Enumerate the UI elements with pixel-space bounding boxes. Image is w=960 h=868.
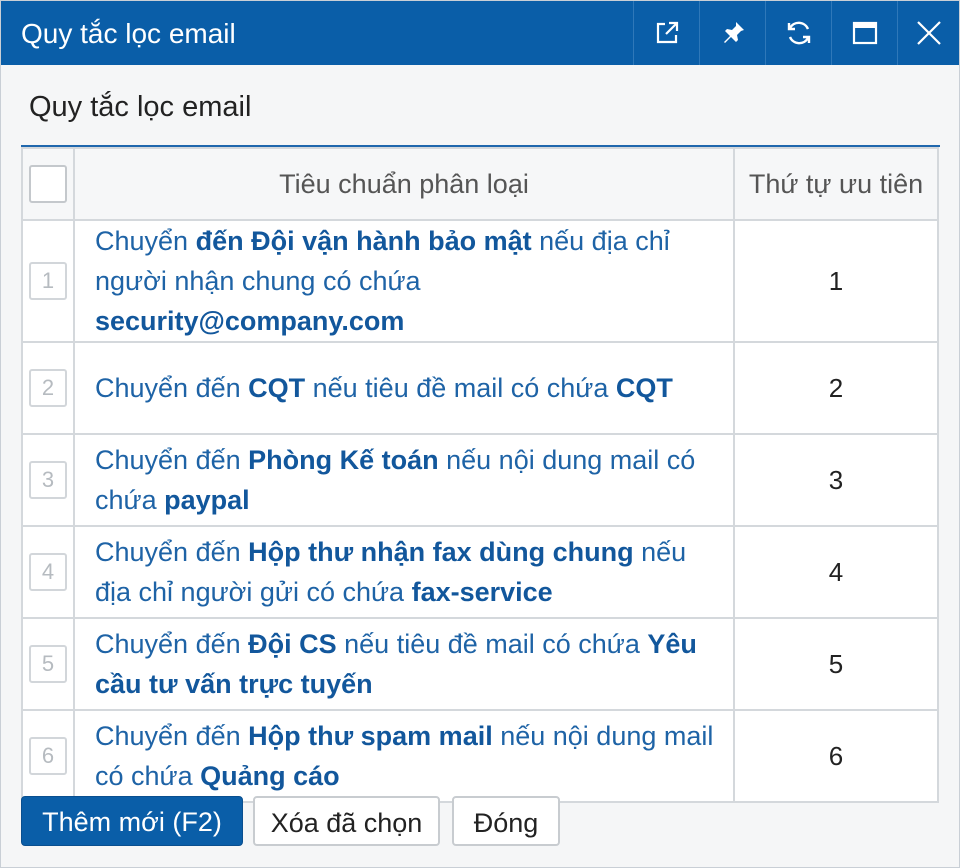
criteria-keyword: đến Đội vận hành bảo mật bbox=[195, 226, 532, 256]
criteria-text: nếu tiêu đề mail có chứa bbox=[305, 373, 616, 403]
criteria-keyword: Hộp thư nhận fax dùng chung bbox=[248, 537, 634, 567]
table-header-row: Tiêu chuẩn phân loại Thứ tự ưu tiên bbox=[21, 147, 939, 221]
priority-cell: 1 bbox=[733, 219, 939, 343]
row-number-checkbox[interactable]: 2 bbox=[29, 369, 67, 407]
maximize-icon bbox=[852, 21, 877, 45]
external-link-icon bbox=[656, 21, 678, 44]
rules-table: Tiêu chuẩn phân loại Thứ tự ưu tiên 1 Chu… bbox=[21, 147, 939, 803]
criteria-cell[interactable]: Chuyển đến Đội CS nếu tiêu đề mail có ch… bbox=[73, 617, 735, 711]
row-select-cell[interactable]: 5 bbox=[21, 617, 75, 711]
row-select-cell[interactable]: 1 bbox=[21, 219, 75, 343]
criteria-text: Chuyển đến bbox=[95, 445, 249, 475]
priority-cell: 3 bbox=[733, 433, 939, 527]
criteria-keyword: Hộp thư spam mail bbox=[248, 721, 493, 751]
pin-button[interactable] bbox=[699, 1, 765, 65]
filter-rules-dialog: Quy tắc lọc email Quy tắc lọc email Tiêu… bbox=[0, 0, 960, 868]
row-select-cell[interactable]: 2 bbox=[21, 341, 75, 435]
criteria-cell[interactable]: Chuyển đến CQT nếu tiêu đề mail có chứa … bbox=[73, 341, 735, 435]
section-title: Quy tắc lọc email bbox=[29, 91, 252, 123]
criteria-keyword: CQT bbox=[248, 373, 306, 403]
criteria-text: Chuyển đến bbox=[95, 537, 249, 567]
table-row[interactable]: 3 Chuyển đến Phòng Kế toán nếu nội dung m… bbox=[21, 433, 939, 527]
close-button[interactable] bbox=[897, 1, 960, 65]
title-bar: Quy tắc lọc email bbox=[1, 1, 959, 65]
close-dialog-button[interactable]: Đóng bbox=[452, 796, 560, 846]
priority-cell: 5 bbox=[733, 617, 939, 711]
maximize-button[interactable] bbox=[831, 1, 897, 65]
table-row[interactable]: 6 Chuyển đến Hộp thư spam mail nếu nội du… bbox=[21, 709, 939, 803]
window-title: Quy tắc lọc email bbox=[21, 18, 236, 49]
criteria-text: nếu tiêu đề mail có chứa bbox=[336, 629, 648, 659]
criteria-keyword: Phòng Kế toán bbox=[248, 445, 439, 475]
row-number-checkbox[interactable]: 4 bbox=[29, 553, 67, 591]
row-select-cell[interactable]: 4 bbox=[21, 525, 75, 619]
criteria-text: Chuyển bbox=[95, 226, 196, 256]
criteria-cell[interactable]: Chuyển đến Hộp thư spam mail nếu nội dun… bbox=[73, 709, 735, 803]
row-select-cell[interactable]: 6 bbox=[21, 709, 75, 803]
criteria-text: Chuyển đến bbox=[95, 629, 249, 659]
criteria-text: Chuyển đến bbox=[95, 373, 249, 403]
row-number-checkbox[interactable]: 1 bbox=[29, 262, 67, 300]
criteria-keyword: Đội CS bbox=[248, 629, 337, 659]
pin-icon bbox=[723, 22, 744, 43]
table-row[interactable]: 1 Chuyển đến Đội vận hành bảo mật nếu địa… bbox=[21, 219, 939, 343]
open-external-button[interactable] bbox=[633, 1, 699, 65]
criteria-text: Chuyển đến bbox=[95, 721, 249, 751]
refresh-icon bbox=[787, 21, 810, 45]
select-all-checkbox[interactable] bbox=[29, 165, 67, 203]
criteria-keyword: paypal bbox=[164, 485, 250, 515]
column-header-criteria[interactable]: Tiêu chuẩn phân loại bbox=[73, 147, 735, 221]
criteria-keyword: security@company.com bbox=[95, 306, 405, 336]
row-number-checkbox[interactable]: 6 bbox=[29, 737, 67, 775]
priority-cell: 2 bbox=[733, 341, 939, 435]
table-row[interactable]: 5 Chuyển đến Đội CS nếu tiêu đề mail có c… bbox=[21, 617, 939, 711]
refresh-button[interactable] bbox=[765, 1, 831, 65]
criteria-keyword: Quảng cáo bbox=[200, 761, 340, 791]
row-number-checkbox[interactable]: 5 bbox=[29, 645, 67, 683]
criteria-cell[interactable]: Chuyển đến Hộp thư nhận fax dùng chung n… bbox=[73, 525, 735, 619]
priority-cell: 4 bbox=[733, 525, 939, 619]
delete-selected-button[interactable]: Xóa đã chọn bbox=[253, 796, 440, 846]
criteria-keyword: fax-service bbox=[411, 577, 553, 607]
table-row[interactable]: 4 Chuyển đến Hộp thư nhận fax dùng chung … bbox=[21, 525, 939, 619]
row-number-checkbox[interactable]: 3 bbox=[29, 461, 67, 499]
criteria-keyword: CQT bbox=[615, 373, 673, 403]
table-row[interactable]: 2 Chuyển đến CQT nếu tiêu đề mail có chứa… bbox=[21, 341, 939, 435]
priority-cell: 6 bbox=[733, 709, 939, 803]
row-select-cell[interactable]: 3 bbox=[21, 433, 75, 527]
column-header-priority[interactable]: Thứ tự ưu tiên bbox=[733, 147, 939, 221]
close-icon bbox=[917, 21, 941, 45]
add-new-button[interactable]: Thêm mới (F2) bbox=[21, 796, 243, 846]
select-all-cell[interactable] bbox=[21, 147, 75, 221]
criteria-cell[interactable]: Chuyển đến Phòng Kế toán nếu nội dung ma… bbox=[73, 433, 735, 527]
criteria-cell[interactable]: Chuyển đến Đội vận hành bảo mật nếu địa … bbox=[73, 219, 735, 343]
